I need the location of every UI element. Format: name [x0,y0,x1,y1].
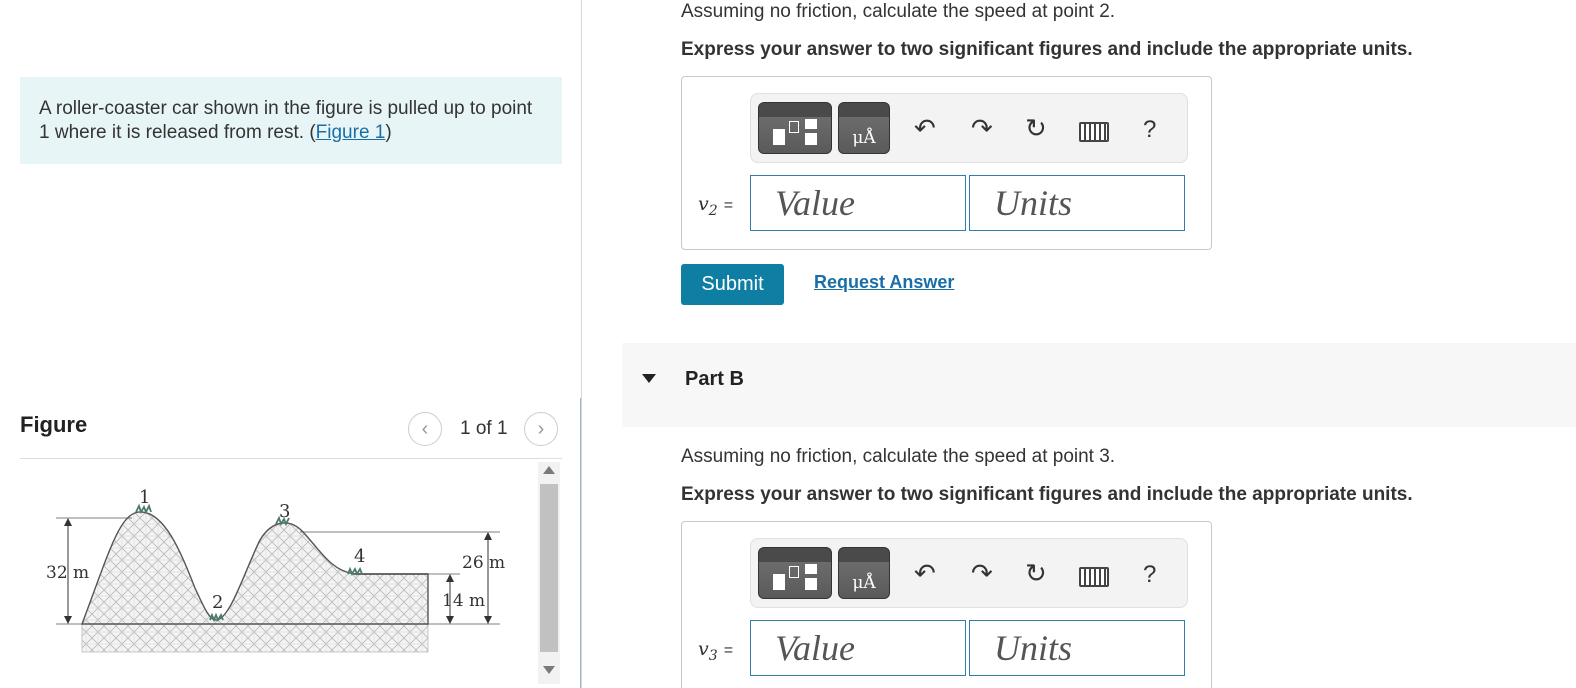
problem-intro: A roller-coaster car shown in the figure… [20,77,562,164]
left-panel: A roller-coaster car shown in the figure… [0,0,582,688]
templates-icon[interactable] [758,102,832,154]
undo-icon[interactable]: ↶ [914,114,936,144]
scroll-down-arrow-icon[interactable] [543,666,555,674]
point-3-label: 3 [279,501,290,522]
chevron-right-icon: › [537,417,545,440]
part-a-question: Assuming no friction, calculate the spee… [681,1,1116,22]
right-panel: Assuming no friction, calculate the spee… [582,0,1576,688]
part-a-variable-label: v2 = [698,193,734,219]
reset-icon[interactable]: ↻ [1025,559,1047,589]
units-icon[interactable]: μÅ [838,102,890,154]
part-b-toolbar: μÅ ↶ ↷ ↻ ? [750,538,1188,608]
help-icon[interactable]: ? [1143,561,1156,589]
figure-divider [20,458,562,459]
part-a-answer-box: μÅ ↶ ↷ ↻ ? v2 = [681,76,1212,250]
part-a-value-input[interactable] [750,175,966,231]
part-b-value-input[interactable] [750,620,966,676]
part-b-instruction: Express your answer to two significant f… [681,484,1413,505]
scroll-up-arrow-icon[interactable] [543,466,555,474]
figure-scrollbar[interactable] [538,462,560,684]
keyboard-icon[interactable] [1079,567,1109,587]
reset-icon[interactable]: ↻ [1025,114,1047,144]
figure-header: Figure ‹ 1 of 1 › [20,404,562,456]
part-a-toolbar: μÅ ↶ ↷ ↻ ? [750,93,1188,163]
height-14-label: 14 m [442,591,485,611]
part-a-instruction: Express your answer to two significant f… [681,39,1413,60]
part-b-label: Part B [685,368,744,390]
panel-divider [580,398,581,688]
intro-end: ) [385,122,392,143]
intro-text: A roller-coaster car shown in the figure… [39,98,533,143]
units-icon[interactable]: μÅ [838,547,890,599]
submit-button[interactable]: Submit [681,264,784,305]
prev-figure-button[interactable]: ‹ [408,412,442,446]
point-1-label: 1 [139,487,150,508]
keyboard-icon[interactable] [1079,122,1109,142]
part-b-answer-box: μÅ ↶ ↷ ↻ ? v3 = [681,521,1212,688]
templates-icon[interactable] [758,547,832,599]
figure-link[interactable]: Figure 1 [316,122,386,143]
part-b-header[interactable]: Part B [622,343,1576,427]
chevron-left-icon: ‹ [421,417,429,440]
part-b-question: Assuming no friction, calculate the spee… [681,446,1116,467]
undo-icon[interactable]: ↶ [914,559,936,589]
part-a-units-input[interactable] [969,175,1185,231]
height-32-label: 32 m [46,563,89,583]
height-26-label: 26 m [462,553,505,573]
part-b-variable-label: v3 = [698,638,734,664]
page-indicator: 1 of 1 [460,418,508,439]
part-b-units-input[interactable] [969,620,1185,676]
figure-title: Figure [20,412,88,437]
scroll-thumb[interactable] [540,484,558,652]
page: A roller-coaster car shown in the figure… [0,0,1576,688]
request-answer-link[interactable]: Request Answer [814,272,954,293]
next-figure-button[interactable]: › [524,412,558,446]
track-shape [80,511,429,625]
help-icon[interactable]: ? [1143,116,1156,144]
point-2-label: 2 [212,592,223,613]
point-4-label: 4 [354,546,365,567]
collapse-triangle-icon[interactable] [642,374,656,383]
redo-icon[interactable]: ↷ [971,114,993,144]
redo-icon[interactable]: ↷ [971,559,993,589]
roller-coaster-figure: 1 2 3 4 32 m 26 m 14 m [46,487,505,653]
